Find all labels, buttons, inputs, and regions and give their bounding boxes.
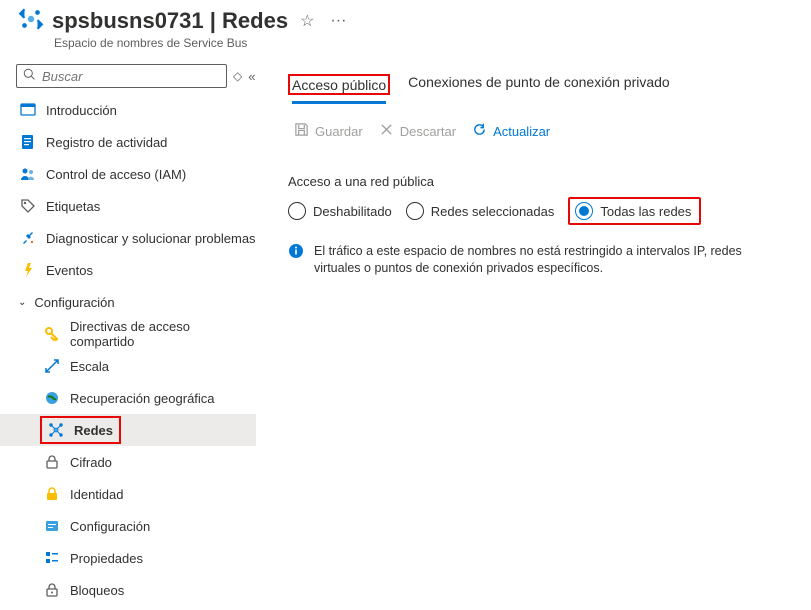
sidebar-item-networking[interactable]: Redes [0, 414, 256, 446]
favorite-icon[interactable]: ☆ [296, 11, 318, 31]
sidebar-item-label: Propiedades [70, 551, 143, 566]
sidebar-item-tags[interactable]: Etiquetas [0, 190, 256, 222]
sidebar-item-label: Eventos [46, 263, 93, 278]
collapse-sidebar-icon[interactable]: « [248, 69, 255, 84]
sidebar-item-label: Etiquetas [46, 199, 100, 214]
save-icon [294, 122, 309, 140]
sidebar-item-label: Diagnosticar y solucionar problemas [46, 231, 256, 246]
info-icon [288, 243, 304, 259]
radio-selected-networks[interactable]: Redes seleccionadas [406, 202, 555, 220]
sidebar-menu: Introducción Registro de actividad Contr… [0, 94, 256, 606]
radio-disabled[interactable]: Deshabilitado [288, 202, 392, 220]
sidebar-item-label: Identidad [70, 487, 124, 502]
sidebar-item-scale[interactable]: Escala [0, 350, 256, 382]
sidebar-item-events[interactable]: Eventos [0, 254, 256, 286]
info-text: El tráfico a este espacio de nombres no … [314, 243, 789, 277]
sidebar-item-overview[interactable]: Introducción [0, 94, 256, 126]
refresh-button[interactable]: Actualizar [472, 122, 550, 140]
tab-private-endpoints[interactable]: Conexiones de punto de conexión privado [408, 74, 670, 98]
key-icon [44, 326, 60, 342]
sidebar-item-label: Directivas de acceso compartido [70, 319, 256, 349]
sidebar-item-label: Registro de actividad [46, 135, 167, 150]
sidebar-item-label: Configuración [70, 519, 150, 534]
locks-icon [44, 582, 60, 598]
search-input[interactable] [42, 69, 220, 84]
sidebar-item-diagnose[interactable]: Diagnosticar y solucionar problemas [0, 222, 256, 254]
page-subtitle: Espacio de nombres de Service Bus [0, 35, 811, 58]
events-icon [20, 262, 36, 278]
sidebar-item-identity[interactable]: Identidad [0, 478, 256, 510]
discard-button[interactable]: Descartar [379, 122, 456, 140]
save-button[interactable]: Guardar [294, 122, 363, 140]
radio-circle-icon [406, 202, 424, 220]
chevron-down-icon: ⌄ [18, 297, 26, 308]
radio-all-networks[interactable]: Todas las redes [575, 202, 691, 220]
refresh-icon [472, 122, 487, 140]
overview-icon [20, 102, 36, 118]
radio-circle-selected-icon [575, 202, 593, 220]
sidebar: ◇ « Introducción Registro de actividad C… [0, 58, 256, 610]
sidebar-item-label: Recuperación geográfica [70, 391, 215, 406]
lock-icon [44, 454, 60, 470]
more-icon[interactable]: ··· [326, 12, 350, 30]
config-icon [44, 518, 60, 534]
main-panel: Acceso público Conexiones de punto de co… [256, 58, 811, 610]
discard-icon [379, 122, 394, 140]
tags-icon [20, 198, 36, 214]
radio-circle-icon [288, 202, 306, 220]
sidebar-item-label: Cifrado [70, 455, 112, 470]
activity-icon [20, 134, 36, 150]
info-message: El tráfico a este espacio de nombres no … [288, 225, 789, 277]
search-icon [23, 68, 36, 84]
sidebar-item-label: Redes [74, 423, 113, 438]
networking-icon [48, 422, 64, 438]
iam-icon [20, 166, 36, 182]
tab-bar: Acceso público Conexiones de punto de co… [266, 58, 811, 100]
sidebar-item-geo[interactable]: Recuperación geográfica [0, 382, 256, 414]
sidebar-item-config[interactable]: Configuración [0, 510, 256, 542]
identity-icon [44, 486, 60, 502]
sidebar-item-label: Introducción [46, 103, 117, 118]
diagnose-icon [20, 230, 36, 246]
sidebar-item-locks[interactable]: Bloqueos [0, 574, 256, 606]
public-network-label: Acceso a una red pública [288, 174, 789, 197]
sidebar-section-settings[interactable]: ⌄ Configuración [0, 286, 256, 318]
scale-icon [44, 358, 60, 374]
sidebar-item-iam[interactable]: Control de acceso (IAM) [0, 158, 256, 190]
sidebar-item-label: Control de acceso (IAM) [46, 167, 186, 182]
public-network-radio-group: Deshabilitado Redes seleccionadas Todas … [288, 197, 789, 225]
sidebar-item-activity[interactable]: Registro de actividad [0, 126, 256, 158]
sidebar-item-properties[interactable]: Propiedades [0, 542, 256, 574]
globe-icon [44, 390, 60, 406]
search-clear-icon[interactable]: ◇ [233, 69, 242, 83]
toolbar: Guardar Descartar Actualizar [266, 100, 811, 140]
page-title: spsbusns0731 | Redes [52, 8, 288, 34]
sidebar-item-label: Bloqueos [70, 583, 124, 598]
sidebar-item-encryption[interactable]: Cifrado [0, 446, 256, 478]
sidebar-item-policies[interactable]: Directivas de acceso compartido [0, 318, 256, 350]
sidebar-item-label: Escala [70, 359, 109, 374]
search-input-wrapper[interactable] [16, 64, 227, 88]
properties-icon [44, 550, 60, 566]
servicebus-icon [18, 6, 44, 35]
page-header: spsbusns0731 | Redes ☆ ··· [0, 0, 811, 35]
section-label: Configuración [34, 295, 114, 310]
